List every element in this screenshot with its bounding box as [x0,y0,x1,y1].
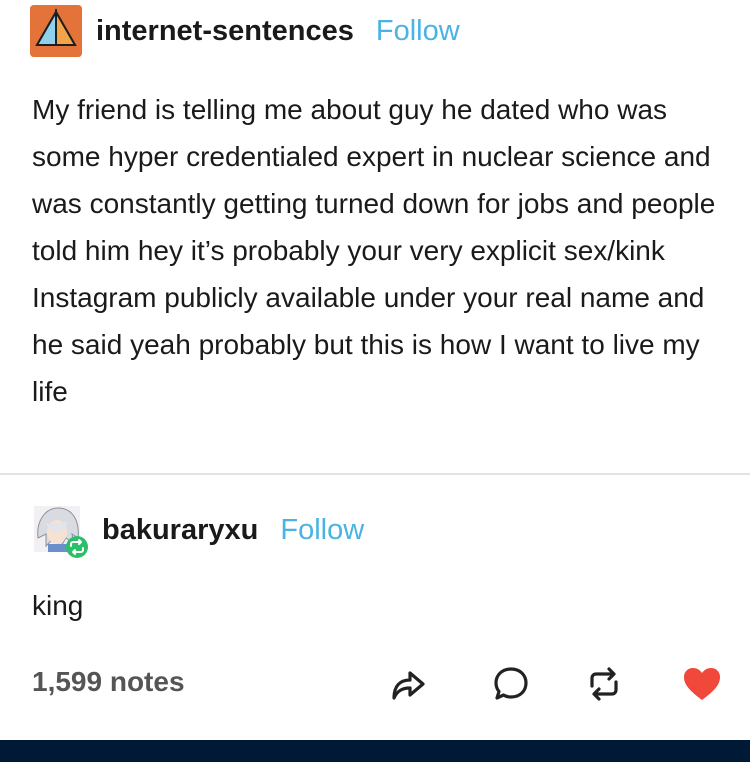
original-post-username[interactable]: internet-sentences [96,15,354,48]
original-post-header: internet-sentences Follow [30,5,460,57]
post-divider [0,473,750,475]
reblog-text: king [32,590,84,621]
pyramid-logo-icon [30,5,82,57]
like-icon[interactable] [678,660,726,708]
anime-character-avatar-icon [34,506,88,558]
original-post-text: My friend is telling me about guy he dat… [32,94,716,407]
internet-sentences-avatar[interactable] [30,5,82,57]
bakuraryxu-avatar[interactable] [30,504,88,558]
post-footer: 1,599 notes [0,660,750,710]
reblog-badge [66,536,88,558]
share-icon[interactable] [384,660,432,708]
bottom-navigation-bar [0,740,750,762]
reblog-header: bakuraryxu Follow [30,504,364,558]
follow-button-bakuraryxu[interactable]: Follow [280,514,364,547]
reply-icon[interactable] [487,660,535,708]
notes-count[interactable]: 1,599 notes [32,666,185,698]
follow-button-internet-sentences[interactable]: Follow [376,15,460,48]
reblog-icon[interactable] [580,660,628,708]
reblog-username[interactable]: bakuraryxu [102,514,258,547]
